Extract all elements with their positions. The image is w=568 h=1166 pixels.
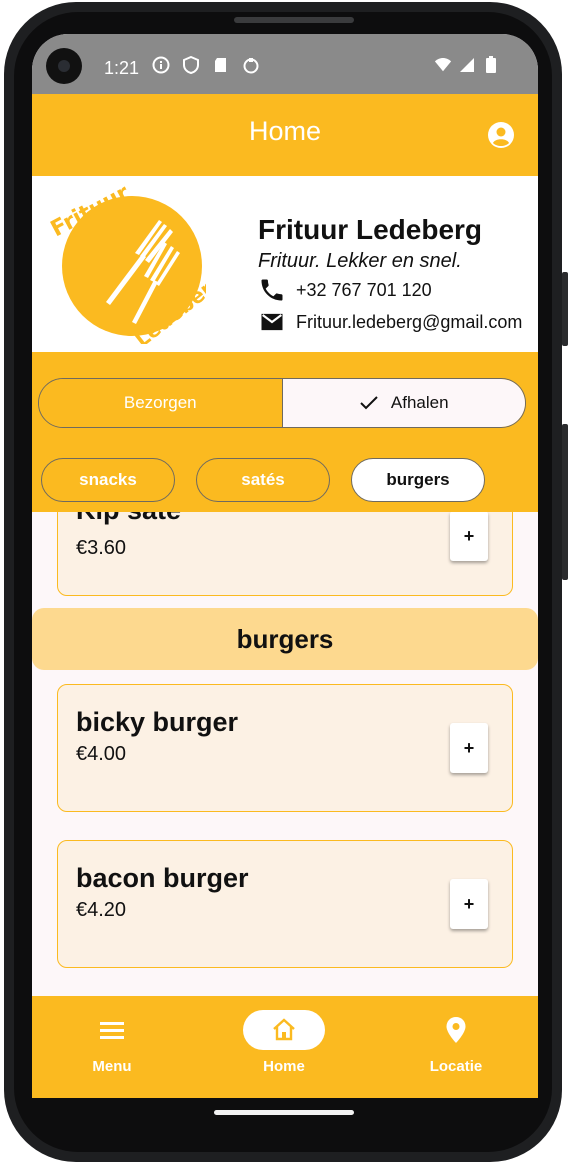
nav-locatie[interactable]: Locatie bbox=[396, 1010, 516, 1075]
menu-item-price: €4.20 bbox=[76, 899, 127, 921]
location-pin-icon bbox=[415, 1010, 497, 1050]
add-to-cart-button[interactable]: + bbox=[450, 723, 488, 773]
chip-snacks-label: snacks bbox=[79, 470, 137, 489]
restaurant-logo: Frituur Ledeberg bbox=[47, 184, 206, 344]
menu-item-price: €3.60 bbox=[76, 537, 127, 559]
checkmark-icon bbox=[360, 396, 378, 410]
chip-burgers[interactable]: burgers bbox=[351, 458, 485, 502]
power-button bbox=[562, 272, 568, 346]
nav-home-label: Home bbox=[263, 1058, 305, 1075]
add-to-cart-button[interactable]: + bbox=[450, 879, 488, 929]
nav-menu[interactable]: Menu bbox=[52, 1010, 172, 1075]
volume-button bbox=[562, 424, 568, 580]
menu-item-name: Kip saté bbox=[76, 512, 181, 526]
nav-home[interactable]: Home bbox=[224, 1010, 344, 1075]
chip-sates-label: satés bbox=[241, 470, 285, 489]
menu-item-partial: Kip saté €3.60 + bbox=[57, 512, 513, 596]
wifi-icon bbox=[434, 56, 452, 74]
category-header: burgers bbox=[32, 608, 538, 670]
nav-menu-label: Menu bbox=[92, 1058, 132, 1075]
restaurant-name: Frituur Ledeberg bbox=[258, 214, 483, 245]
toggle-afhalen-label: Afhalen bbox=[390, 393, 449, 412]
home-icon bbox=[243, 1010, 325, 1050]
menu-list[interactable]: Kip saté €3.60 + burgers bicky burger €4… bbox=[32, 512, 538, 996]
status-time: 1:21 bbox=[104, 58, 140, 78]
menu-item-price: €4.00 bbox=[76, 743, 127, 765]
chip-burgers-label: burgers bbox=[386, 470, 450, 489]
toggle-bezorgen-label: Bezorgen bbox=[123, 393, 197, 412]
gesture-area bbox=[32, 1098, 538, 1138]
sd-card-icon bbox=[212, 56, 230, 74]
chip-snacks[interactable]: snacks bbox=[41, 458, 175, 502]
menu-item-name: bicky burger bbox=[76, 707, 239, 737]
app-bar: Home bbox=[32, 94, 538, 176]
menu-item-name: bacon burger bbox=[76, 863, 249, 893]
app-screen: 1:21 Home Frituur Ledeberg Frituur Ledeb… bbox=[32, 34, 538, 1098]
phone-number: +32 767 701 120 bbox=[296, 279, 432, 300]
menu-item: bicky burger €4.00 + bbox=[57, 684, 513, 812]
account-icon[interactable] bbox=[488, 122, 514, 148]
home-gesture-bar[interactable] bbox=[214, 1110, 354, 1115]
menu-icon bbox=[71, 1010, 153, 1050]
nav-locatie-label: Locatie bbox=[429, 1058, 483, 1075]
delivery-toggle: Bezorgen Afhalen bbox=[38, 378, 526, 428]
menu-item: bacon burger €4.20 + bbox=[57, 840, 513, 968]
signal-icon bbox=[458, 56, 476, 74]
page-title: Home bbox=[248, 116, 322, 146]
restaurant-header: Frituur Ledeberg Frituur Ledeberg Frituu… bbox=[32, 176, 538, 352]
toggle-afhalen[interactable]: Afhalen bbox=[281, 379, 525, 427]
front-camera bbox=[46, 48, 82, 84]
chip-sates[interactable]: satés bbox=[196, 458, 330, 502]
status-bar: 1:21 bbox=[32, 34, 538, 94]
phone-icon bbox=[261, 279, 283, 301]
email-address: Frituur.ledeberg@gmail.com bbox=[296, 311, 523, 332]
restaurant-slogan: Frituur. Lekker en snel. bbox=[258, 250, 462, 272]
toggle-bezorgen[interactable]: Bezorgen bbox=[39, 379, 282, 427]
bottom-navigation: Menu Home Locatie bbox=[32, 996, 538, 1098]
filter-band: Bezorgen Afhalen snacks satés burgers bbox=[32, 352, 538, 512]
mail-icon bbox=[261, 313, 283, 331]
add-to-cart-button[interactable]: + bbox=[450, 512, 488, 561]
sync-icon bbox=[242, 56, 260, 74]
battery-icon bbox=[482, 56, 500, 74]
speaker-grille bbox=[234, 17, 354, 23]
info-icon bbox=[152, 56, 170, 74]
phone-row[interactable]: +32 767 701 120 bbox=[258, 276, 432, 304]
email-row[interactable]: Frituur.ledeberg@gmail.com bbox=[258, 308, 522, 336]
shield-icon bbox=[182, 56, 200, 74]
